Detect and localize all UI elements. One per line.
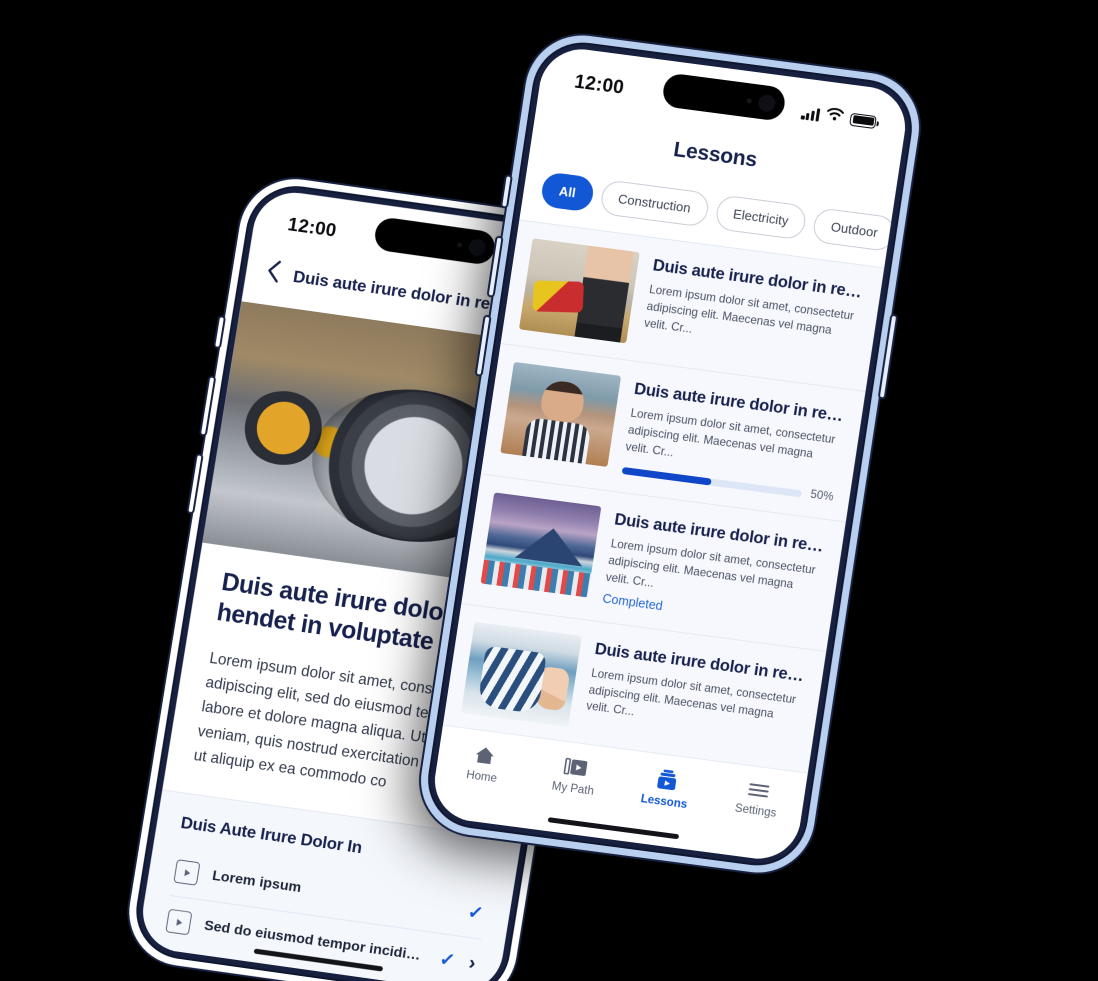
lesson-card-body: Duis aute irure dolor in repre... Lorem … — [621, 378, 847, 504]
face-id-dot-icon — [746, 97, 753, 104]
my-path-icon — [563, 756, 590, 779]
tab-label: My Path — [550, 780, 595, 798]
lessons-icon — [654, 768, 681, 792]
front-camera-icon — [467, 237, 487, 257]
lesson-thumbnail — [460, 621, 582, 727]
lesson-list: Duis aute irure dolor in repre... Lorem … — [442, 219, 885, 776]
dynamic-island — [372, 216, 498, 266]
video-play-icon — [173, 859, 201, 886]
tab-settings[interactable]: Settings — [709, 775, 806, 823]
chevron-left-icon[interactable] — [264, 258, 282, 288]
lesson-thumbnail — [480, 492, 602, 598]
tab-label: Lessons — [639, 793, 688, 812]
completed-check-icon: ✓ — [466, 901, 486, 925]
lesson-thumbnail — [500, 361, 622, 467]
lesson-card-body: Duis aute irure dolor in repre... Lorem … — [643, 254, 866, 359]
battery-icon — [849, 112, 877, 129]
progress-percent-label: 50% — [809, 489, 835, 505]
status-indicators — [801, 103, 878, 131]
tab-label: Settings — [734, 802, 778, 820]
progress-fill — [621, 466, 713, 486]
tab-lessons[interactable]: Lessons — [617, 763, 714, 814]
cellular-signal-icon — [801, 106, 821, 122]
completed-check-icon: ✓ — [438, 948, 457, 972]
tab-home[interactable]: Home — [435, 739, 532, 789]
status-time: 12:00 — [286, 214, 338, 242]
filter-chip-all[interactable]: All — [539, 171, 596, 213]
tab-label: Home — [465, 769, 498, 786]
lesson-card-body: Duis aute irure dolor in repre... Lorem … — [585, 638, 808, 743]
lesson-thumbnail — [518, 238, 640, 344]
status-time: 12:00 — [572, 71, 626, 99]
chevron-right-icon[interactable]: › — [467, 952, 477, 974]
front-phone-device: 12:00 Lessons All Construction Electrici… — [410, 26, 930, 882]
dynamic-island — [660, 72, 788, 122]
settings-icon — [745, 780, 771, 801]
video-play-icon — [165, 908, 193, 936]
lesson-card-body: Duis aute irure dolor in repre... Lorem … — [602, 509, 828, 633]
tab-my-path[interactable]: My Path — [526, 751, 623, 801]
face-id-dot-icon — [456, 241, 463, 248]
wifi-icon — [825, 107, 845, 127]
front-phone-screen: 12:00 Lessons All Construction Electrici… — [429, 44, 911, 864]
mockup-stage: 12:00 Duis aute irure dolor in repre h D… — [0, 0, 1098, 981]
home-icon — [472, 744, 497, 767]
front-camera-icon — [757, 93, 777, 113]
